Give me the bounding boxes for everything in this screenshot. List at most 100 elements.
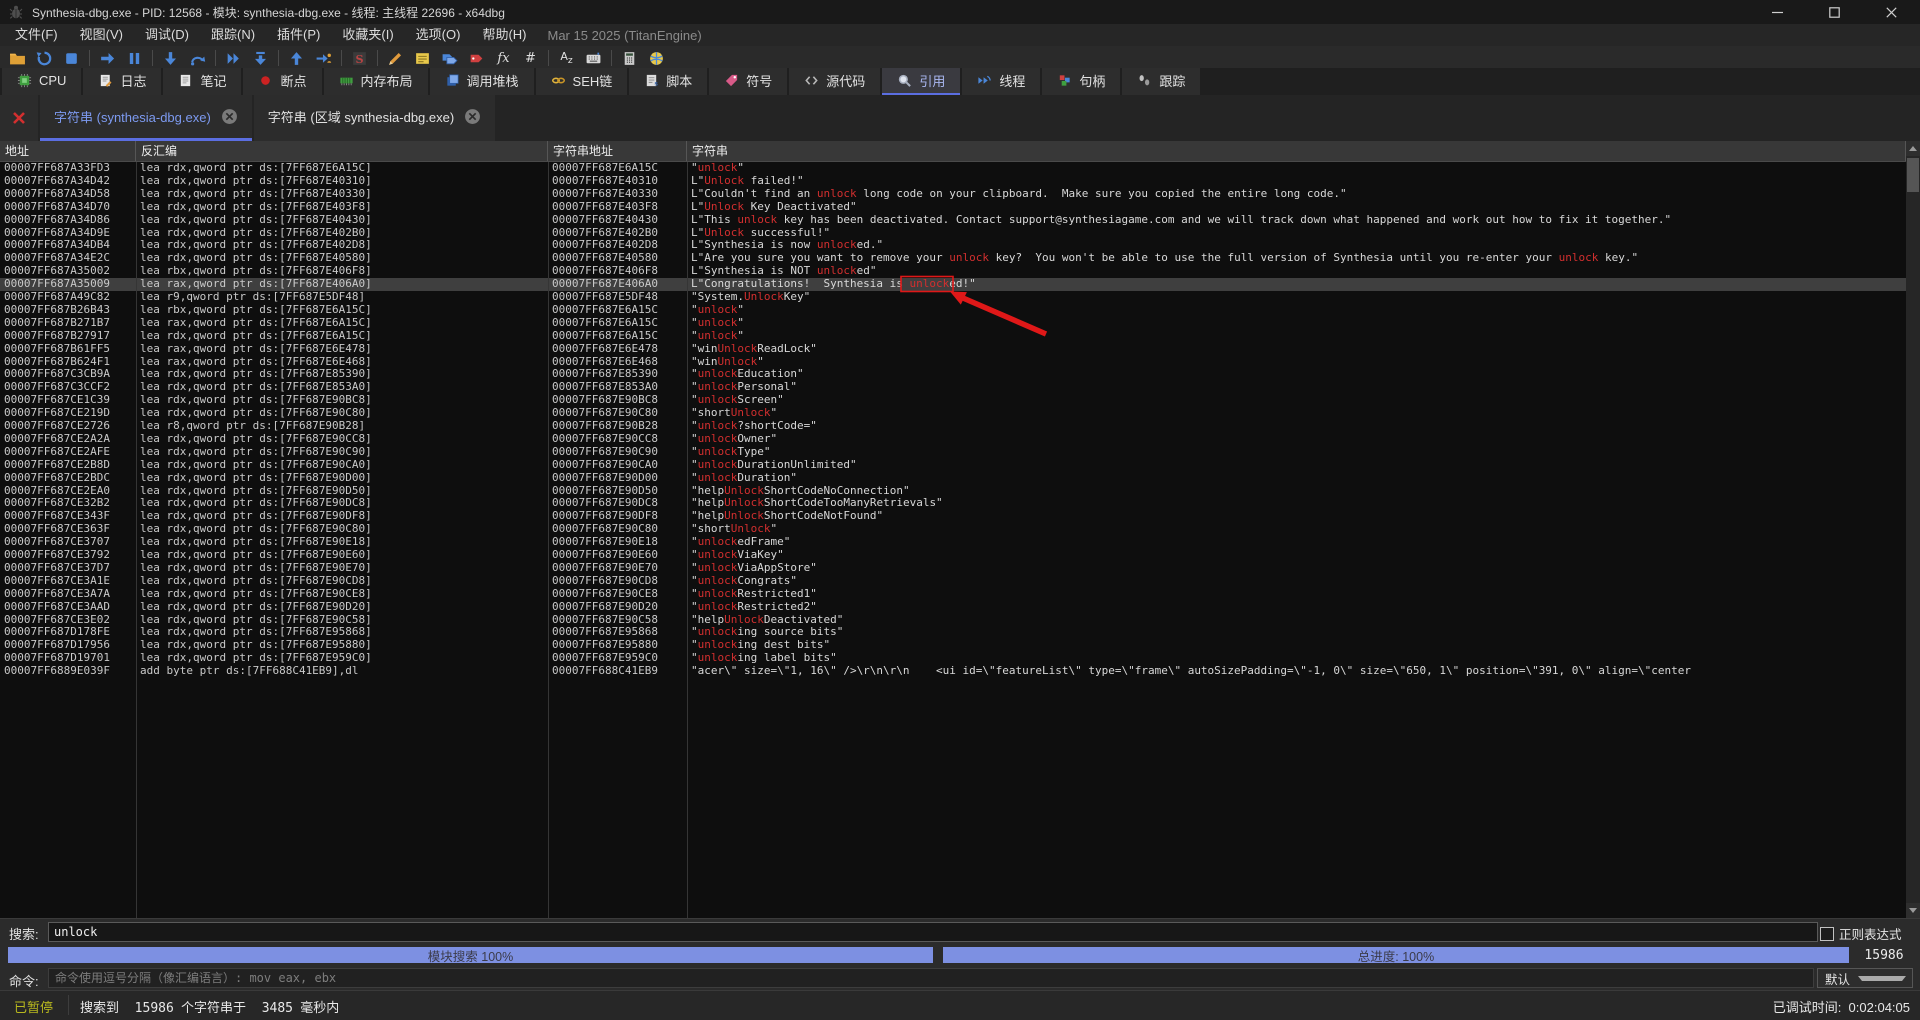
comment-icon[interactable]: [409, 47, 436, 69]
table-row[interactable]: 00007FF6889E039Fadd byte ptr ds:[7FF688C…: [0, 665, 1906, 678]
table-row[interactable]: 00007FF687A33FD3lea rdx,qword ptr ds:[7F…: [0, 162, 1906, 175]
trace-record-icon[interactable]: S: [346, 47, 373, 69]
scroll-down-icon[interactable]: [1906, 903, 1920, 918]
tab-内存布局[interactable]: 内存布局: [324, 68, 428, 95]
calculator-icon[interactable]: [616, 47, 643, 69]
menu-item[interactable]: 视图(V): [69, 24, 134, 46]
fx-icon[interactable]: fx: [490, 47, 517, 69]
menu-item[interactable]: 跟踪(N): [200, 24, 266, 46]
table-row[interactable]: 00007FF687CE343Flea rdx,qword ptr ds:[7F…: [0, 510, 1906, 523]
column-header[interactable]: 地址: [0, 141, 136, 161]
run-icon[interactable]: [94, 47, 121, 69]
tab-源代码[interactable]: 源代码: [789, 68, 880, 95]
table-row[interactable]: 00007FF687CE2AFElea rdx,qword ptr ds:[7F…: [0, 446, 1906, 459]
table-row[interactable]: 00007FF687A34D70lea rdx,qword ptr ds:[7F…: [0, 201, 1906, 214]
vertical-scrollbar[interactable]: [1906, 141, 1920, 918]
column-separator[interactable]: [687, 162, 688, 918]
restart-icon[interactable]: [31, 47, 58, 69]
maximize-button[interactable]: [1806, 0, 1863, 24]
table-row[interactable]: 00007FF687C3CCF2lea rdx,qword ptr ds:[7F…: [0, 381, 1906, 394]
close-all-tabs-button[interactable]: [0, 95, 38, 141]
az-icon[interactable]: Az: [553, 47, 580, 69]
table-row[interactable]: 00007FF687CE3AADlea rdx,qword ptr ds:[7F…: [0, 601, 1906, 614]
table-row[interactable]: 00007FF687CE3A7Alea rdx,qword ptr ds:[7F…: [0, 588, 1906, 601]
table-row[interactable]: 00007FF687C3CB9Alea rdx,qword ptr ds:[7F…: [0, 368, 1906, 381]
close-tab-icon[interactable]: [464, 108, 481, 125]
column-header[interactable]: 反汇编: [136, 141, 548, 161]
tab-符号[interactable]: 符号: [709, 68, 787, 95]
label-icon[interactable]: [436, 47, 463, 69]
menu-item[interactable]: 调试(D): [134, 24, 200, 46]
column-separator[interactable]: [548, 162, 549, 918]
table-row[interactable]: 00007FF687D178FElea rdx,qword ptr ds:[7F…: [0, 626, 1906, 639]
table-row[interactable]: 00007FF687D17956lea rdx,qword ptr ds:[7F…: [0, 639, 1906, 652]
command-input[interactable]: [48, 968, 1814, 988]
stop-icon[interactable]: [58, 47, 85, 69]
tab-SEH链[interactable]: SEH链: [536, 68, 628, 95]
step-into-icon[interactable]: [157, 47, 184, 69]
table-row[interactable]: 00007FF687CE219Dlea rdx,qword ptr ds:[7F…: [0, 407, 1906, 420]
tab-脚本[interactable]: s脚本: [629, 68, 707, 95]
menu-item[interactable]: 文件(F): [4, 24, 69, 46]
table-row[interactable]: 00007FF687A35002lea rbx,qword ptr ds:[7F…: [0, 265, 1906, 278]
tab-日志[interactable]: 日志: [83, 68, 161, 95]
table-row[interactable]: 00007FF687CE2EA0lea rdx,qword ptr ds:[7F…: [0, 485, 1906, 498]
bookmark-icon[interactable]: [463, 47, 490, 69]
scroll-up-icon[interactable]: [1906, 141, 1920, 156]
menu-item[interactable]: 收藏夹(I): [331, 24, 404, 46]
table-row[interactable]: 00007FF687A35009lea rax,qword ptr ds:[7F…: [0, 278, 1906, 291]
table-row[interactable]: 00007FF687CE3E02lea rdx,qword ptr ds:[7F…: [0, 614, 1906, 627]
menu-item[interactable]: 帮助(H): [471, 24, 537, 46]
execute-till-return-icon[interactable]: [220, 47, 247, 69]
tab-断点[interactable]: 断点: [243, 68, 321, 95]
table-row[interactable]: 00007FF687CE2B8Dlea rdx,qword ptr ds:[7F…: [0, 459, 1906, 472]
table-row[interactable]: 00007FF687CE2BDClea rdx,qword ptr ds:[7F…: [0, 472, 1906, 485]
table-row[interactable]: 00007FF687A34DB4lea rdx,qword ptr ds:[7F…: [0, 239, 1906, 252]
sub-tab[interactable]: 字符串 (区域 synthesia-dbg.exe): [254, 95, 495, 141]
close-tab-icon[interactable]: [221, 108, 238, 125]
column-header[interactable]: 字符串: [687, 141, 1906, 161]
column-header[interactable]: 字符串地址: [548, 141, 687, 161]
table-row[interactable]: 00007FF687CE2A2Alea rdx,qword ptr ds:[7F…: [0, 433, 1906, 446]
pause-icon[interactable]: [121, 47, 148, 69]
table-row[interactable]: 00007FF687B271B7lea rax,qword ptr ds:[7F…: [0, 317, 1906, 330]
menu-item[interactable]: 插件(P): [266, 24, 331, 46]
close-button[interactable]: [1863, 0, 1920, 24]
tab-句柄[interactable]: 句柄: [1042, 68, 1120, 95]
sub-tab[interactable]: 字符串 (synthesia-dbg.exe): [40, 95, 252, 141]
table-row[interactable]: 00007FF687B27917lea rdx,qword ptr ds:[7F…: [0, 330, 1906, 343]
regex-option[interactable]: 正则表达式: [1820, 924, 1902, 943]
minimize-button[interactable]: [1749, 0, 1806, 24]
menu-item[interactable]: 选项(O): [405, 24, 472, 46]
table-row[interactable]: 00007FF687A49C82lea r9,qword ptr ds:[7FF…: [0, 291, 1906, 304]
memory-map-icon[interactable]: [643, 47, 670, 69]
search-input[interactable]: [48, 922, 1818, 942]
table-row[interactable]: 00007FF687CE3A1Elea rdx,qword ptr ds:[7F…: [0, 575, 1906, 588]
table-row[interactable]: 00007FF687A34D86lea rdx,qword ptr ds:[7F…: [0, 214, 1906, 227]
table-row[interactable]: 00007FF687D19701lea rdx,qword ptr ds:[7F…: [0, 652, 1906, 665]
open-file-icon[interactable]: [4, 47, 31, 69]
run-to-user-code-icon[interactable]: [310, 47, 337, 69]
step-out-icon[interactable]: [283, 47, 310, 69]
table-row[interactable]: 00007FF687CE32B2lea rdx,qword ptr ds:[7F…: [0, 497, 1906, 510]
table-row[interactable]: 00007FF687A34E2Clea rdx,qword ptr ds:[7F…: [0, 252, 1906, 265]
table-row[interactable]: 00007FF687B624F1lea rax,qword ptr ds:[7F…: [0, 356, 1906, 369]
profile-dropdown[interactable]: 默认: [1817, 968, 1913, 988]
column-separator[interactable]: [136, 162, 137, 918]
tab-线程[interactable]: 线程: [962, 68, 1040, 95]
table-row[interactable]: 00007FF687CE37D7lea rdx,qword ptr ds:[7F…: [0, 562, 1906, 575]
table-row[interactable]: 00007FF687B26B43lea rbx,qword ptr ds:[7F…: [0, 304, 1906, 317]
table-row[interactable]: 00007FF687CE2726lea r8,qword ptr ds:[7FF…: [0, 420, 1906, 433]
table-row[interactable]: 00007FF687B61FF5lea rax,qword ptr ds:[7F…: [0, 343, 1906, 356]
table-row[interactable]: 00007FF687CE363Flea rdx,qword ptr ds:[7F…: [0, 523, 1906, 536]
regex-checkbox[interactable]: [1820, 927, 1834, 941]
scrollbar-thumb[interactable]: [1907, 158, 1919, 192]
skip-icon[interactable]: [247, 47, 274, 69]
table-row[interactable]: 00007FF687CE1C39lea rdx,qword ptr ds:[7F…: [0, 394, 1906, 407]
tab-跟踪[interactable]: 跟踪: [1122, 68, 1200, 95]
shortcuts-icon[interactable]: [580, 47, 607, 69]
tab-调用堆栈[interactable]: 调用堆栈: [430, 68, 534, 95]
tab-笔记[interactable]: 笔记: [163, 68, 241, 95]
step-over-icon[interactable]: [184, 47, 211, 69]
table-row[interactable]: 00007FF687A34D9Elea rdx,qword ptr ds:[7F…: [0, 227, 1906, 240]
